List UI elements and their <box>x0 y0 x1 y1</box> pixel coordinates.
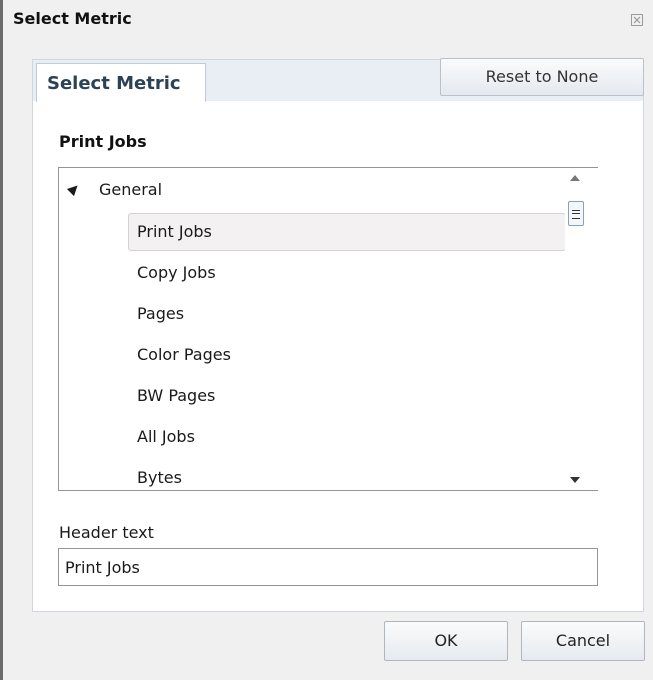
tree-item-color-pages[interactable]: Color Pages <box>128 336 566 374</box>
cancel-button[interactable]: Cancel <box>521 621 645 661</box>
selected-metric-heading: Print Jobs <box>59 132 147 151</box>
header-text-input[interactable] <box>58 548 598 586</box>
dialog-title: Select Metric <box>13 9 132 28</box>
title-bar: Select Metric <box>3 0 653 38</box>
tree-item-bytes[interactable]: Bytes <box>128 459 566 490</box>
scroll-down-arrow-icon[interactable] <box>570 477 580 483</box>
scroll-up-arrow-icon[interactable] <box>570 175 580 181</box>
tree-item-pages[interactable]: Pages <box>128 295 566 333</box>
tree-item-all-jobs[interactable]: All Jobs <box>128 418 566 456</box>
window-left-border <box>0 0 3 680</box>
tree-group-label: General <box>99 180 163 199</box>
expand-triangle-icon[interactable] <box>66 181 82 197</box>
metric-tree[interactable]: General Print Jobs Copy Jobs Pages Color… <box>58 167 598 491</box>
tree-scrollbar[interactable] <box>565 168 598 490</box>
tree-item-copy-jobs[interactable]: Copy Jobs <box>128 254 566 292</box>
reset-to-none-button[interactable]: Reset to None <box>440 58 644 96</box>
tree-item-bw-pages[interactable]: BW Pages <box>128 377 566 415</box>
header-text-label: Header text <box>59 523 154 542</box>
grip-icon <box>572 210 580 219</box>
tab-label: Select Metric <box>47 73 181 94</box>
scroll-thumb[interactable] <box>568 201 584 226</box>
tab-select-metric[interactable]: Select Metric <box>36 63 206 102</box>
close-icon[interactable] <box>631 11 643 26</box>
ok-button[interactable]: OK <box>384 621 508 661</box>
tree-item-print-jobs[interactable]: Print Jobs <box>128 213 566 251</box>
